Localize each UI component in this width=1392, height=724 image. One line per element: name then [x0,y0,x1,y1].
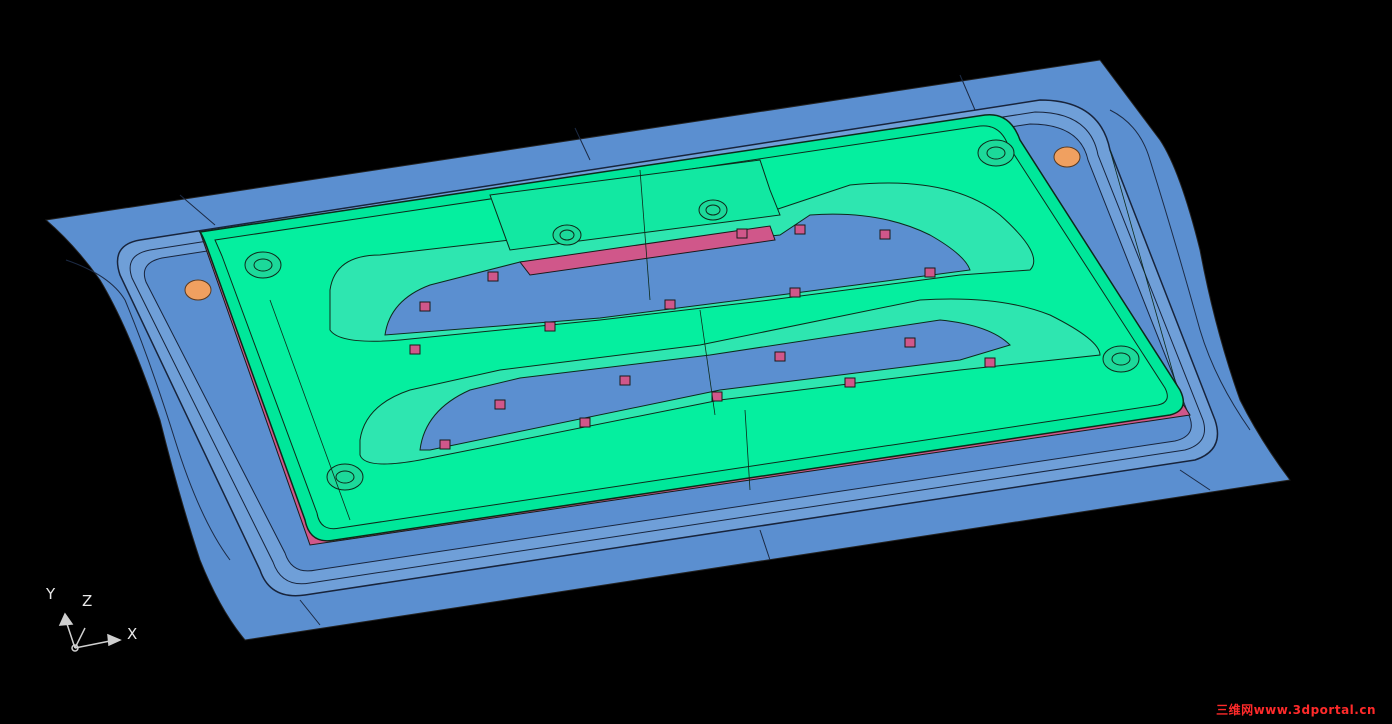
axis-y-label: Y [46,585,56,603]
axis-x-label: X [127,625,138,643]
stamping-die-model [44,59,1291,652]
axis-z-label: Z [82,592,93,610]
cad-3d-viewport[interactable]: Y Z X 三维网www.3dportal.cn [0,0,1392,724]
axis-triad [58,612,122,652]
watermark: 三维网www.3dportal.cn [1216,703,1376,717]
